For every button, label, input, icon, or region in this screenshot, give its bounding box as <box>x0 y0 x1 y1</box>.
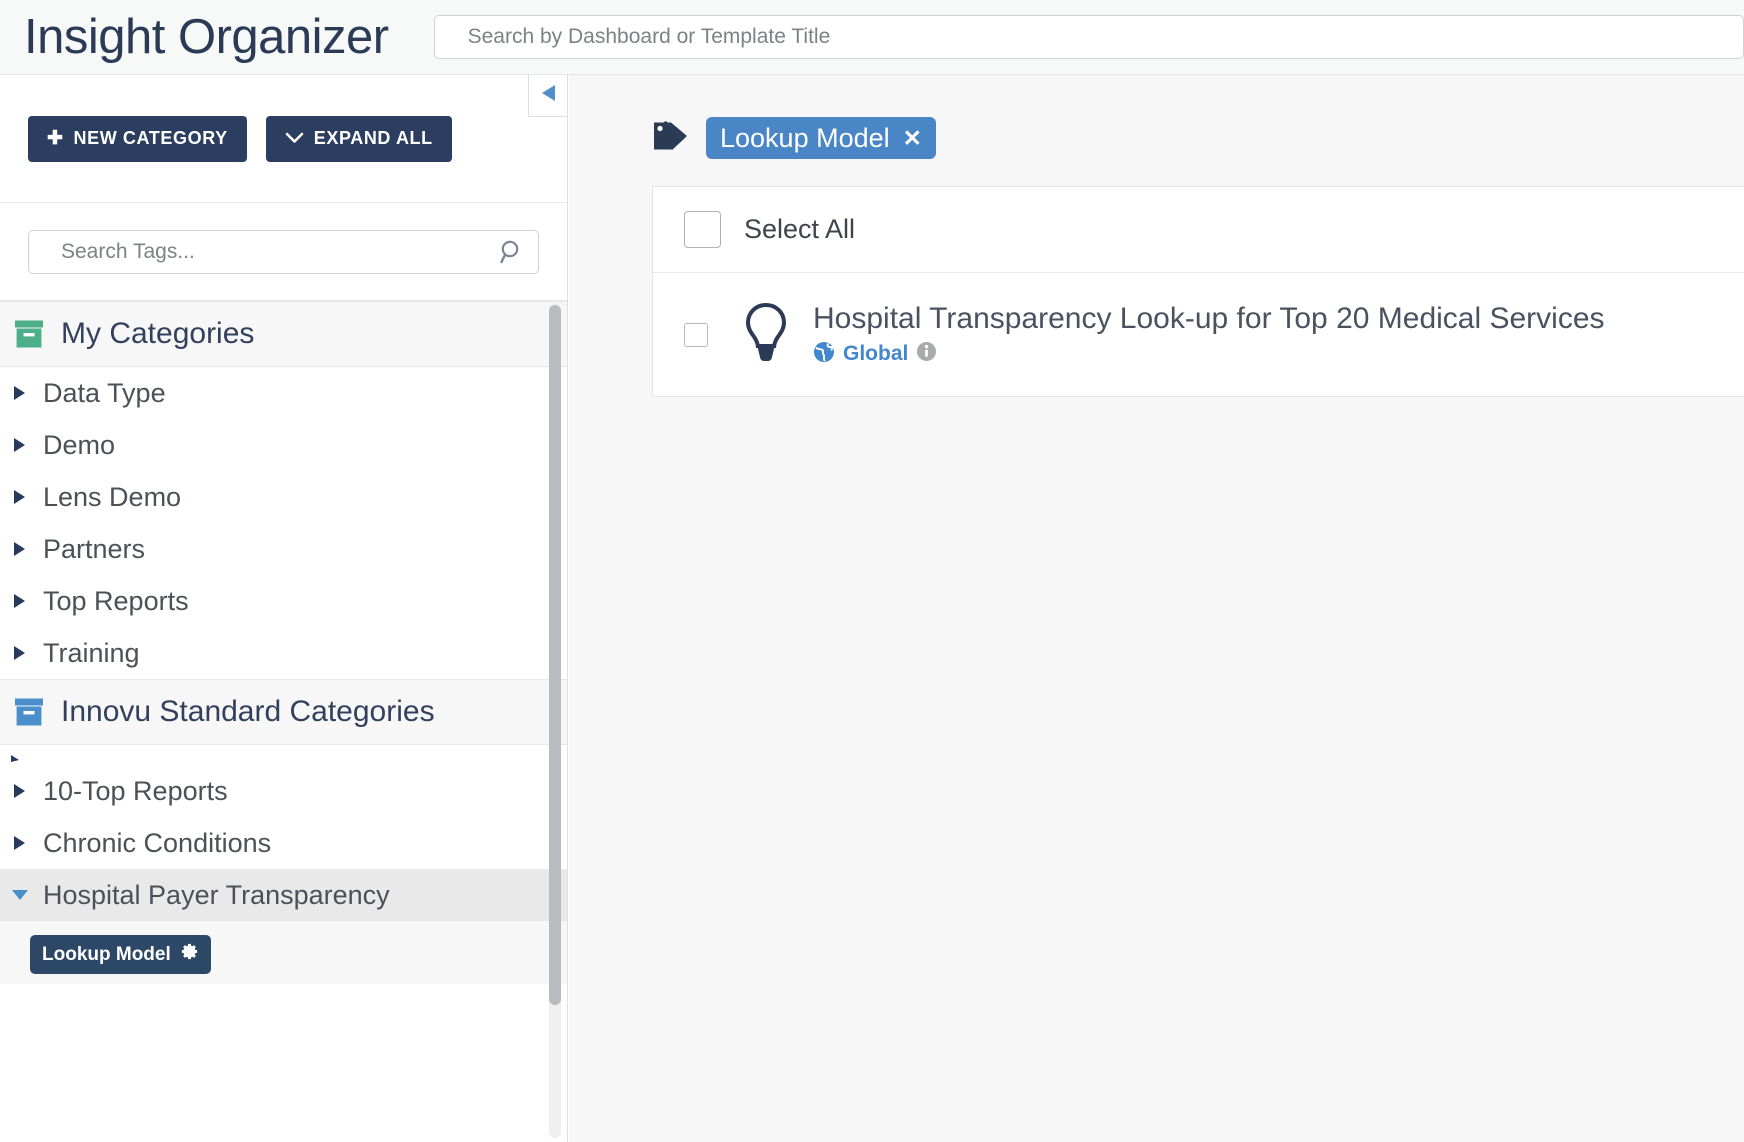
chevron-down-icon <box>285 129 304 148</box>
tree-item-label: Training <box>43 637 140 668</box>
sidebar-collapse-toggle[interactable] <box>528 75 568 117</box>
triangle-down-icon <box>10 888 30 902</box>
tag-search-row <box>0 203 567 301</box>
tree-item-lens-demo[interactable]: Lens Demo <box>0 471 567 523</box>
tree-partial-caret-icon <box>0 745 567 765</box>
triangle-right-icon <box>10 385 30 401</box>
tree-item-training[interactable]: Training <box>0 627 567 679</box>
main-panel: Lookup Model ✕ Select All Hospital Trans… <box>569 75 1744 1142</box>
result-title[interactable]: Hospital Transparency Look-up for Top 20… <box>813 302 1605 335</box>
triangle-right-icon <box>10 645 30 661</box>
triangle-right-icon <box>10 541 30 557</box>
tree-item-label: Hospital Payer Transparency <box>43 879 390 910</box>
app-header: Insight Organizer <box>0 0 1744 75</box>
tree-item-label: Partners <box>43 533 146 564</box>
select-all-checkbox[interactable] <box>684 211 721 248</box>
filter-chip-lookup-model[interactable]: Lookup Model ✕ <box>706 117 936 159</box>
tree-item-partners[interactable]: Partners <box>0 523 567 575</box>
select-all-row[interactable]: Select All <box>653 187 1744 273</box>
plus-icon: ✚ <box>47 128 64 149</box>
tree-item-label: Demo <box>43 429 116 460</box>
filter-chip-label: Lookup Model <box>720 122 890 153</box>
tree-item-top-reports[interactable]: Top Reports <box>0 575 567 627</box>
select-all-label: Select All <box>744 214 856 244</box>
triangle-right-icon <box>10 835 30 851</box>
result-row[interactable]: Hospital Transparency Look-up for Top 20… <box>653 273 1744 396</box>
result-meta: Global <box>813 341 1605 368</box>
child-tag-row: Lookup Model <box>0 921 567 984</box>
triangle-right-icon <box>10 437 30 453</box>
sidebar-scrollbar-thumb[interactable] <box>549 305 561 1005</box>
tree-item-label: Data Type <box>43 377 166 408</box>
section-header-my-categories[interactable]: My Categories <box>0 301 567 367</box>
triangle-right-icon <box>10 783 30 799</box>
insight-organizer-app: Insight Organizer ✚ NEW CATEGORY EXPAND … <box>0 0 1744 1142</box>
search-input[interactable] <box>433 15 1744 59</box>
sidebar-tag-lookup-model[interactable]: Lookup Model <box>30 935 211 974</box>
results-card: Select All Hospital Transparency Look-up… <box>652 186 1744 397</box>
tree-item-label: 10-Top Reports <box>43 775 228 806</box>
tree-item-label: Lens Demo <box>43 481 182 512</box>
sidebar-tag-label: Lookup Model <box>42 943 171 965</box>
triangle-left-icon <box>539 83 557 108</box>
close-icon[interactable]: ✕ <box>903 125 922 152</box>
new-category-label: NEW CATEGORY <box>73 128 228 148</box>
expand-all-button[interactable]: EXPAND ALL <box>265 115 452 162</box>
section-label: Innovu Standard Categories <box>61 695 435 728</box>
new-category-button[interactable]: ✚ NEW CATEGORY <box>28 115 247 162</box>
section-header-innovu-standard-categories[interactable]: Innovu Standard Categories <box>0 679 567 745</box>
sidebar: ✚ NEW CATEGORY EXPAND ALL Search Tags...… <box>0 75 568 1142</box>
tree-item-hospital-payer-transparency[interactable]: Hospital Payer Transparency <box>0 869 567 921</box>
tag-icon <box>652 119 690 158</box>
active-filter-bar: Lookup Model ✕ <box>569 75 1744 159</box>
section-label: My Categories <box>61 317 255 350</box>
search-icon[interactable] <box>499 239 525 265</box>
tag-search-input[interactable] <box>28 229 539 274</box>
result-text-block: Hospital Transparency Look-up for Top 20… <box>813 302 1605 368</box>
tree-item-label: Top Reports <box>43 585 189 616</box>
tag-search-wrapper <box>28 229 539 274</box>
info-icon[interactable] <box>916 341 937 367</box>
expand-all-label: EXPAND ALL <box>313 128 433 148</box>
tree-item-10-top-reports[interactable]: 10-Top Reports <box>0 765 567 817</box>
tree-item-chronic-conditions[interactable]: Chronic Conditions <box>0 817 567 869</box>
tree-item-label: Chronic Conditions <box>43 827 272 858</box>
category-tree: My Categories Data Type Demo Lens Demo P… <box>0 301 567 1142</box>
lightbulb-icon <box>743 301 789 368</box>
tree-item-demo[interactable]: Demo <box>0 419 567 471</box>
page-title: Insight Organizer <box>24 9 389 64</box>
archive-box-icon <box>14 319 44 349</box>
row-checkbox[interactable] <box>684 322 708 347</box>
triangle-right-icon <box>10 593 30 609</box>
globe-icon <box>813 341 835 368</box>
gear-icon[interactable] <box>180 942 199 967</box>
archive-box-icon <box>14 697 44 727</box>
global-search-wrapper <box>433 15 1744 59</box>
tree-item-data-type[interactable]: Data Type <box>0 367 567 419</box>
triangle-right-icon <box>10 489 30 505</box>
scope-label: Global <box>843 342 909 365</box>
sidebar-action-bar: ✚ NEW CATEGORY EXPAND ALL <box>0 75 567 203</box>
